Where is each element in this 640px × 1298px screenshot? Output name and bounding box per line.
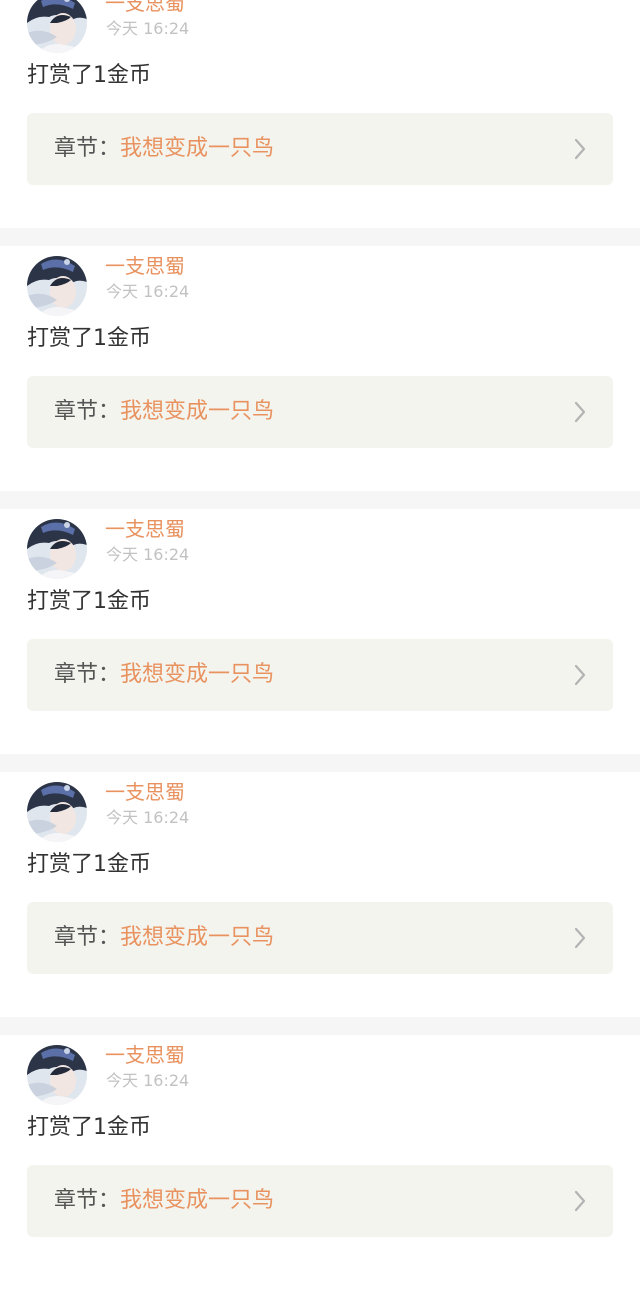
post-time: 今天 16:24 (106, 1071, 190, 1090)
chapter-title: 我想变成一只鸟 (120, 925, 275, 950)
reward-text: 打赏了1金币 (27, 326, 151, 351)
chapter-title: 我想变成一只鸟 (120, 399, 275, 424)
chevron-right-icon (573, 926, 587, 950)
item-separator (0, 754, 640, 772)
chapter-title: 我想变成一只鸟 (120, 662, 275, 687)
chevron-right-icon (573, 400, 587, 424)
chapter-link[interactable]: 章节：我想变成一只鸟 (27, 902, 613, 974)
chevron-right-icon (573, 1189, 587, 1213)
avatar-icon[interactable] (27, 256, 87, 316)
reward-item: 一支思蜀 今天 16:24 打赏了1金币 章节：我想变成一只鸟 (0, 246, 640, 509)
item-separator (0, 491, 640, 509)
user-name[interactable]: 一支思蜀 (105, 254, 185, 278)
reward-item: 一支思蜀 今天 16:24 打赏了1金币 章节：我想变成一只鸟 (0, 509, 640, 772)
post-time: 今天 16:24 (106, 282, 190, 301)
chapter-title: 我想变成一只鸟 (120, 1188, 275, 1213)
avatar-icon[interactable] (27, 1045, 87, 1105)
chapter-title: 我想变成一只鸟 (120, 136, 275, 161)
reward-text: 打赏了1金币 (27, 852, 151, 877)
chapter-label: 章节： (54, 399, 121, 424)
chapter-link[interactable]: 章节：我想变成一只鸟 (27, 639, 613, 711)
chapter-link[interactable]: 章节：我想变成一只鸟 (27, 1165, 613, 1237)
post-time: 今天 16:24 (106, 808, 190, 827)
reward-text: 打赏了1金币 (27, 1115, 151, 1140)
chapter-label: 章节： (54, 136, 121, 161)
chapter-text: 章节：我想变成一只鸟 (54, 398, 274, 426)
avatar-icon[interactable] (27, 0, 87, 53)
chapter-text: 章节：我想变成一只鸟 (54, 924, 274, 952)
item-separator (0, 228, 640, 246)
chapter-text: 章节：我想变成一只鸟 (54, 135, 274, 163)
chevron-right-icon (573, 137, 587, 161)
chapter-label: 章节： (54, 1188, 121, 1213)
post-time: 今天 16:24 (106, 19, 190, 38)
avatar-icon[interactable] (27, 519, 87, 579)
user-name[interactable]: 一支思蜀 (105, 0, 185, 15)
reward-text: 打赏了1金币 (27, 589, 151, 614)
user-name[interactable]: 一支思蜀 (105, 1043, 185, 1067)
chapter-text: 章节：我想变成一只鸟 (54, 661, 274, 689)
reward-item: 一支思蜀 今天 16:24 打赏了1金币 章节：我想变成一只鸟 (0, 772, 640, 1035)
reward-text: 打赏了1金币 (27, 63, 151, 88)
post-time: 今天 16:24 (106, 545, 190, 564)
user-name[interactable]: 一支思蜀 (105, 780, 185, 804)
reward-feed: 一支思蜀 今天 16:24 打赏了1金币 章节：我想变成一只鸟 一支思蜀 今天 … (0, 0, 640, 1298)
avatar-icon[interactable] (27, 782, 87, 842)
chapter-link[interactable]: 章节：我想变成一只鸟 (27, 113, 613, 185)
chevron-right-icon (573, 663, 587, 687)
reward-item: 一支思蜀 今天 16:24 打赏了1金币 章节：我想变成一只鸟 (0, 1035, 640, 1298)
chapter-link[interactable]: 章节：我想变成一只鸟 (27, 376, 613, 448)
reward-item: 一支思蜀 今天 16:24 打赏了1金币 章节：我想变成一只鸟 (0, 0, 640, 246)
item-separator (0, 1017, 640, 1035)
chapter-text: 章节：我想变成一只鸟 (54, 1187, 274, 1215)
chapter-label: 章节： (54, 925, 121, 950)
chapter-label: 章节： (54, 662, 121, 687)
user-name[interactable]: 一支思蜀 (105, 517, 185, 541)
